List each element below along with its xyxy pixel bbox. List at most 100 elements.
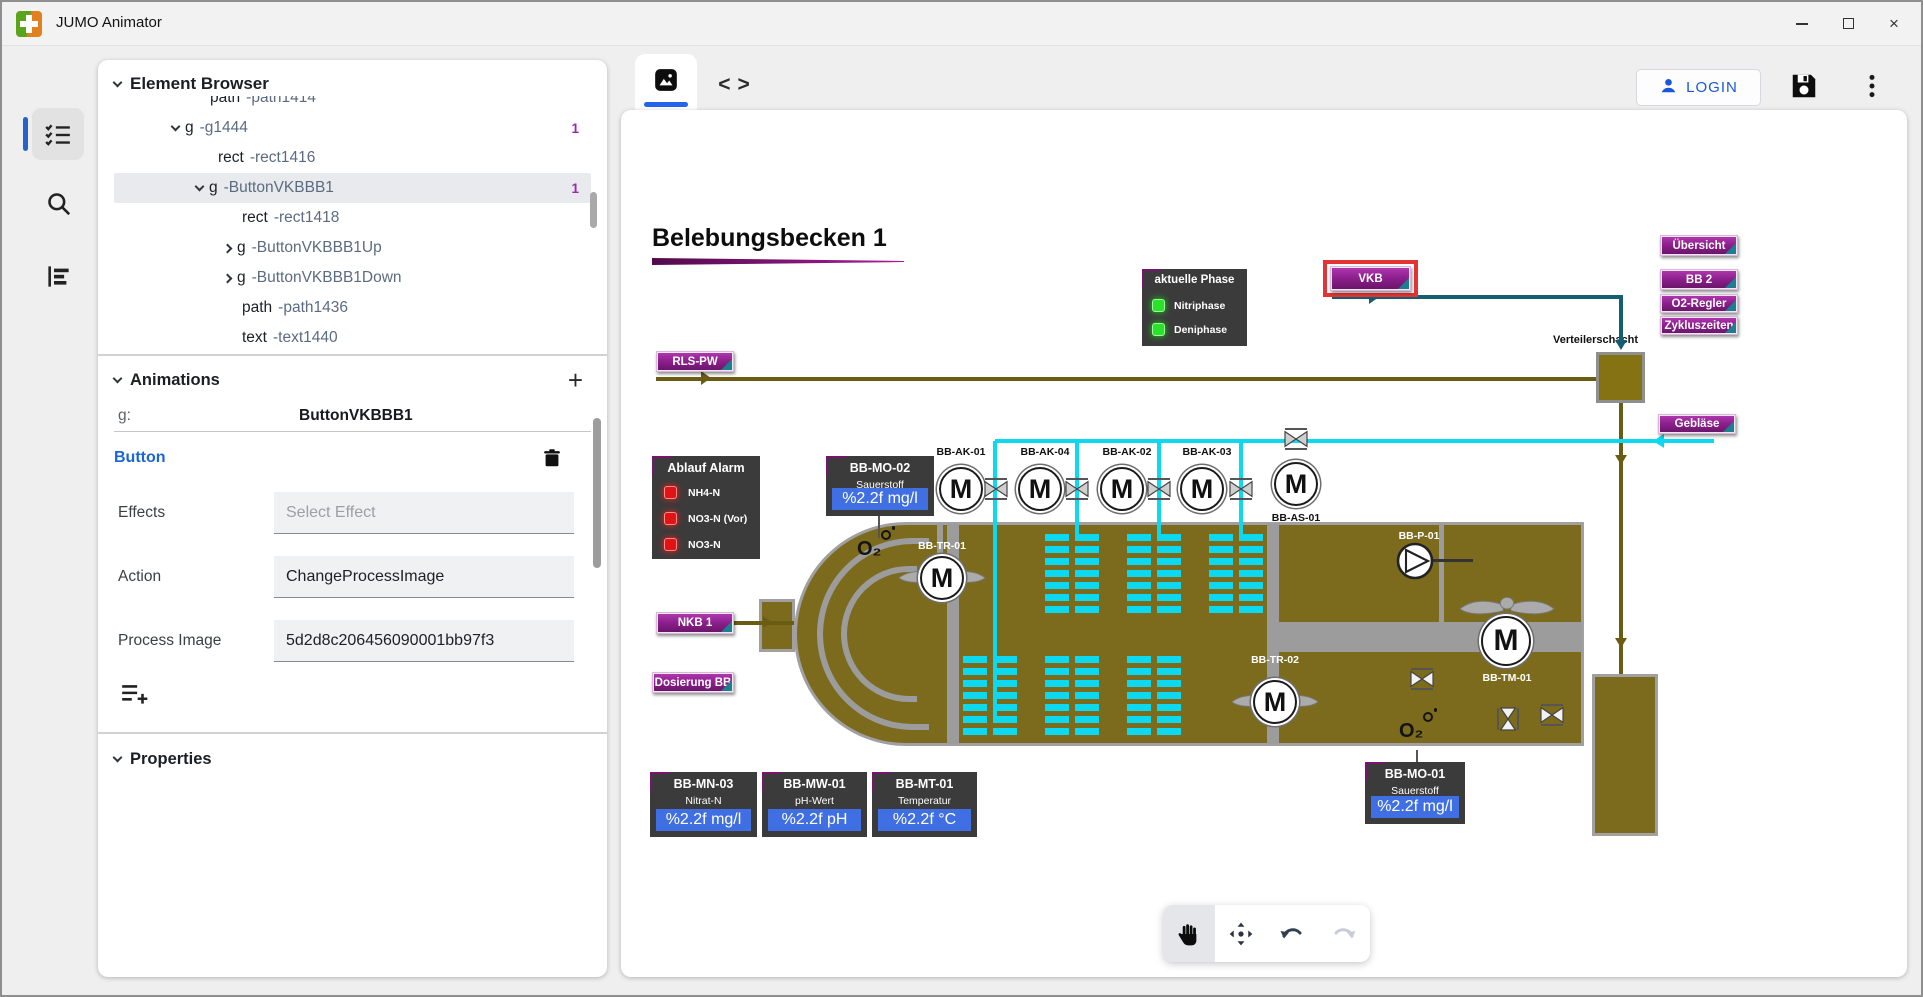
- chevron-down-icon: [113, 753, 123, 763]
- title-underline-swoosh: [652, 258, 904, 265]
- equipment-label: BB-AK-02: [1087, 446, 1167, 458]
- animation-type-label: Button: [114, 449, 166, 467]
- motor-bb-ak-02: M: [1100, 467, 1144, 511]
- anim-count-badge: 1: [571, 181, 579, 196]
- motor-bb-tr-02: M: [1253, 680, 1297, 724]
- effects-input[interactable]: [274, 492, 574, 534]
- hand-tool-button[interactable]: [1163, 905, 1215, 962]
- tab-process-image[interactable]: [635, 54, 697, 111]
- animation-editor: Button Effects Action Process Image: [114, 446, 591, 708]
- tree-item[interactable]: rect -rect1416: [114, 143, 591, 173]
- animated-element-row: g: ButtonVKBBB1: [114, 400, 591, 432]
- o2-sensor-symbol: O₂: [857, 538, 881, 561]
- valve-icon: [1537, 704, 1567, 726]
- element-list-icon[interactable]: [40, 120, 76, 150]
- canvas-toolbar: [1163, 905, 1370, 962]
- properties-header[interactable]: Properties: [114, 750, 591, 769]
- diagram-button-uebersicht[interactable]: Übersicht: [1660, 235, 1738, 256]
- aeration-grid: [963, 656, 1017, 738]
- tree-item[interactable]: path -path1436: [114, 293, 591, 323]
- motor-bb-ak-01: M: [939, 467, 983, 511]
- pump-stub-line: [1431, 559, 1473, 562]
- effects-label: Effects: [114, 504, 274, 522]
- phase-status-box: aktuelle Phase Nitriphase Deniphase: [1142, 269, 1247, 346]
- tree-item[interactable]: g -ButtonVKBBB1Down: [114, 263, 591, 293]
- process-image-canvas[interactable]: Belebungsbecken 1 Verteilerschacht: [621, 110, 1907, 977]
- window-title: JUMO Animator: [56, 14, 162, 31]
- pipe-rls-pw: [656, 377, 1596, 381]
- active-tab-indicator: [644, 102, 688, 107]
- animations-header[interactable]: Animations +: [114, 370, 591, 390]
- tree-item-selected[interactable]: g -ButtonVKBBB1 1: [114, 173, 591, 203]
- verteilerschacht-box: [1596, 352, 1645, 403]
- action-input[interactable]: [274, 556, 574, 598]
- delete-animation-icon[interactable]: [541, 446, 563, 470]
- login-label: LOGIN: [1686, 79, 1738, 96]
- meter-bb-mo-02: BB-MO-02 Sauerstoff %2.2f mg/l: [826, 456, 934, 516]
- aeration-grid: [1045, 534, 1099, 616]
- aeration-grid: [1209, 534, 1263, 616]
- minimize-button[interactable]: [1779, 2, 1825, 45]
- equipment-label: BB-AK-04: [1005, 446, 1085, 458]
- diagram-button-vkb-selected[interactable]: VKB: [1330, 266, 1411, 291]
- tab-code-editor[interactable]: < >: [712, 72, 756, 98]
- animations-scrollbar[interactable]: [593, 418, 601, 568]
- meter-bb-mt-01: BB-MT-01 Temperatur %2.2f °C: [872, 772, 977, 837]
- save-icon[interactable]: [1786, 68, 1822, 104]
- led-red-icon: [664, 538, 677, 551]
- valve-icon: [1497, 712, 1519, 742]
- add-list-item-icon[interactable]: [120, 682, 150, 708]
- valve-icon: [1226, 478, 1256, 500]
- login-button[interactable]: LOGIN: [1636, 69, 1761, 106]
- tree-item[interactable]: g -g1444 1: [114, 113, 591, 143]
- pipe-arrow: [1615, 340, 1627, 350]
- diagram-button-zykluszeiten[interactable]: Zykluszeiten: [1660, 316, 1738, 335]
- process-image-label: Process Image: [114, 632, 274, 650]
- tree-item[interactable]: g -ButtonVKBBB1Up: [114, 233, 591, 263]
- chevron-down-icon: [195, 181, 205, 191]
- library-icon[interactable]: [42, 260, 74, 292]
- image-icon: [653, 67, 679, 98]
- valve-icon: [1144, 478, 1174, 500]
- pump-icon: [1395, 541, 1435, 586]
- motor-bb-as-01: M: [1274, 462, 1318, 506]
- motor-bb-ak-03: M: [1180, 467, 1224, 511]
- element-browser-header[interactable]: Element Browser: [114, 74, 591, 94]
- diagram-button-dosierung-bb[interactable]: Dosierung BB: [652, 672, 734, 693]
- diagram-button-nkb1[interactable]: NKB 1: [656, 612, 734, 634]
- diagram-button-o2-regler[interactable]: O2-Regler: [1660, 294, 1738, 313]
- maximize-button[interactable]: [1825, 2, 1871, 45]
- diagram-title: Belebungsbecken 1: [652, 224, 887, 253]
- tree-item[interactable]: rect -rect1418: [114, 203, 591, 233]
- tree-item[interactable]: text -text1440: [114, 323, 591, 346]
- tree-item[interactable]: path -path1414: [114, 96, 591, 113]
- close-button[interactable]: ×: [1871, 2, 1917, 45]
- undo-button[interactable]: [1267, 905, 1319, 962]
- diagram-button-geblaese[interactable]: Gebläse: [1658, 414, 1736, 434]
- chevron-down-icon: [171, 121, 181, 131]
- motor-bb-ak-04: M: [1018, 467, 1062, 511]
- redo-button[interactable]: [1318, 905, 1370, 962]
- pipe-arrow: [701, 371, 711, 385]
- equipment-label: BB-TR-02: [1235, 654, 1315, 666]
- pipe-arrow: [1615, 455, 1627, 465]
- kebab-menu-icon[interactable]: [1854, 68, 1890, 104]
- diagram-button-rls-pw[interactable]: RLS-PW: [656, 351, 734, 372]
- pan-tool-button[interactable]: [1215, 905, 1267, 962]
- jumo-logo-icon: [16, 11, 42, 37]
- aeration-grid: [1127, 656, 1181, 738]
- meter-bb-mo-01: BB-MO-01 Sauerstoff %2.2f mg/l: [1365, 762, 1465, 824]
- meter-connector-line: [1416, 750, 1418, 762]
- pipe-arrow: [1615, 638, 1627, 648]
- tree-scrollbar[interactable]: [590, 192, 597, 228]
- alarm-box: Ablauf Alarm NH4-N NO3-N (Vor) NO3-N: [652, 456, 760, 559]
- motor-bb-tm-01: M: [1481, 616, 1531, 666]
- title-bar: JUMO Animator ×: [2, 2, 1921, 46]
- rail-active-indicator: [23, 117, 28, 151]
- search-icon[interactable]: [42, 187, 74, 219]
- add-animation-icon[interactable]: +: [568, 370, 591, 390]
- process-image-input[interactable]: [274, 620, 574, 662]
- equipment-label: BB-TR-01: [902, 540, 982, 552]
- section-divider: [98, 354, 607, 356]
- diagram-button-bb2[interactable]: BB 2: [1660, 269, 1738, 290]
